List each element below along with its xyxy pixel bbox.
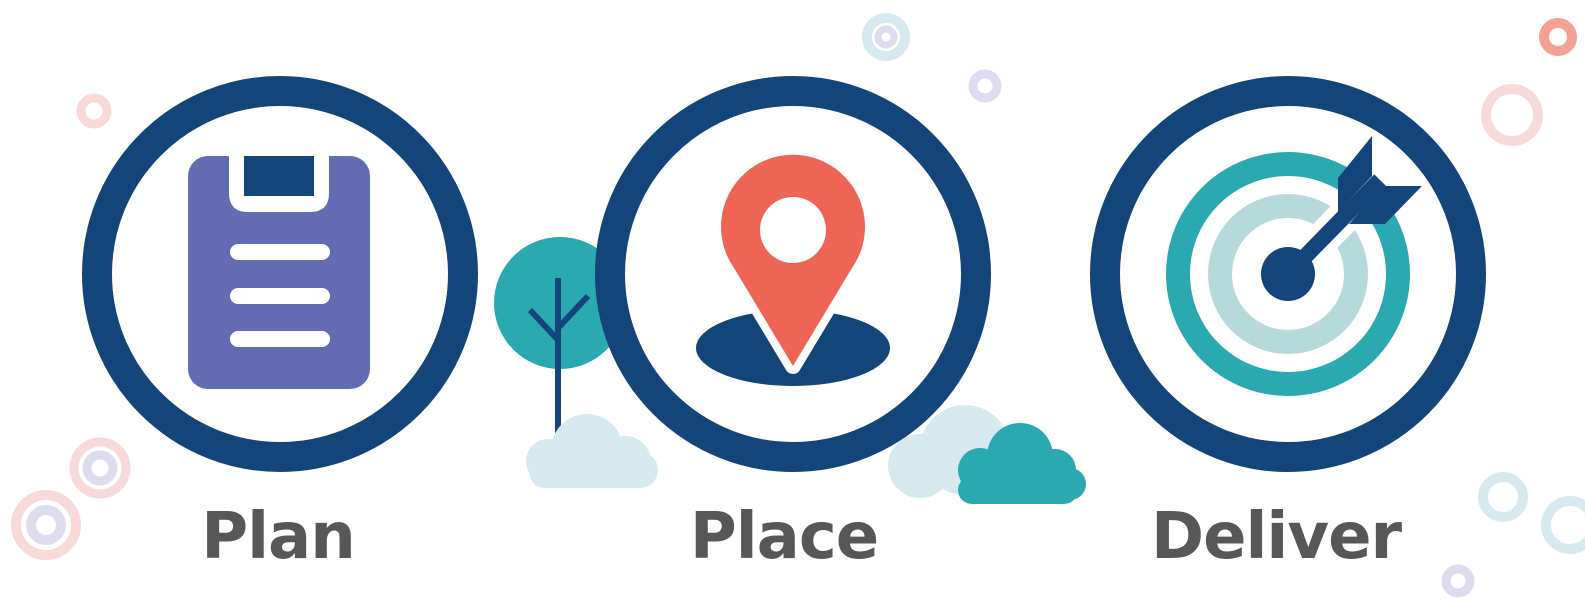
bubble-decoration bbox=[69, 437, 131, 499]
bubble-decoration bbox=[968, 69, 1002, 103]
bubble-decoration bbox=[862, 13, 910, 61]
bubble-decoration bbox=[1478, 472, 1528, 522]
step-label-deliver: Deliver bbox=[1150, 500, 1402, 574]
bubble-decoration bbox=[82, 450, 118, 486]
bubble-decoration bbox=[874, 25, 898, 49]
bubble-decoration bbox=[1481, 84, 1543, 146]
bubble-decoration bbox=[1541, 496, 1585, 554]
bubble-decoration bbox=[1539, 18, 1577, 56]
deliver-badge bbox=[1090, 76, 1486, 472]
cloud-decoration bbox=[526, 414, 658, 488]
clipboard-icon bbox=[188, 150, 370, 389]
plan-badge bbox=[82, 76, 478, 472]
step-label-plan: Plan bbox=[201, 500, 356, 574]
bubble-decoration bbox=[26, 505, 66, 545]
bubble-decoration bbox=[11, 490, 81, 560]
bubble-decoration bbox=[76, 93, 112, 129]
step-label-place: Place bbox=[689, 500, 879, 574]
place-badge bbox=[595, 76, 991, 472]
